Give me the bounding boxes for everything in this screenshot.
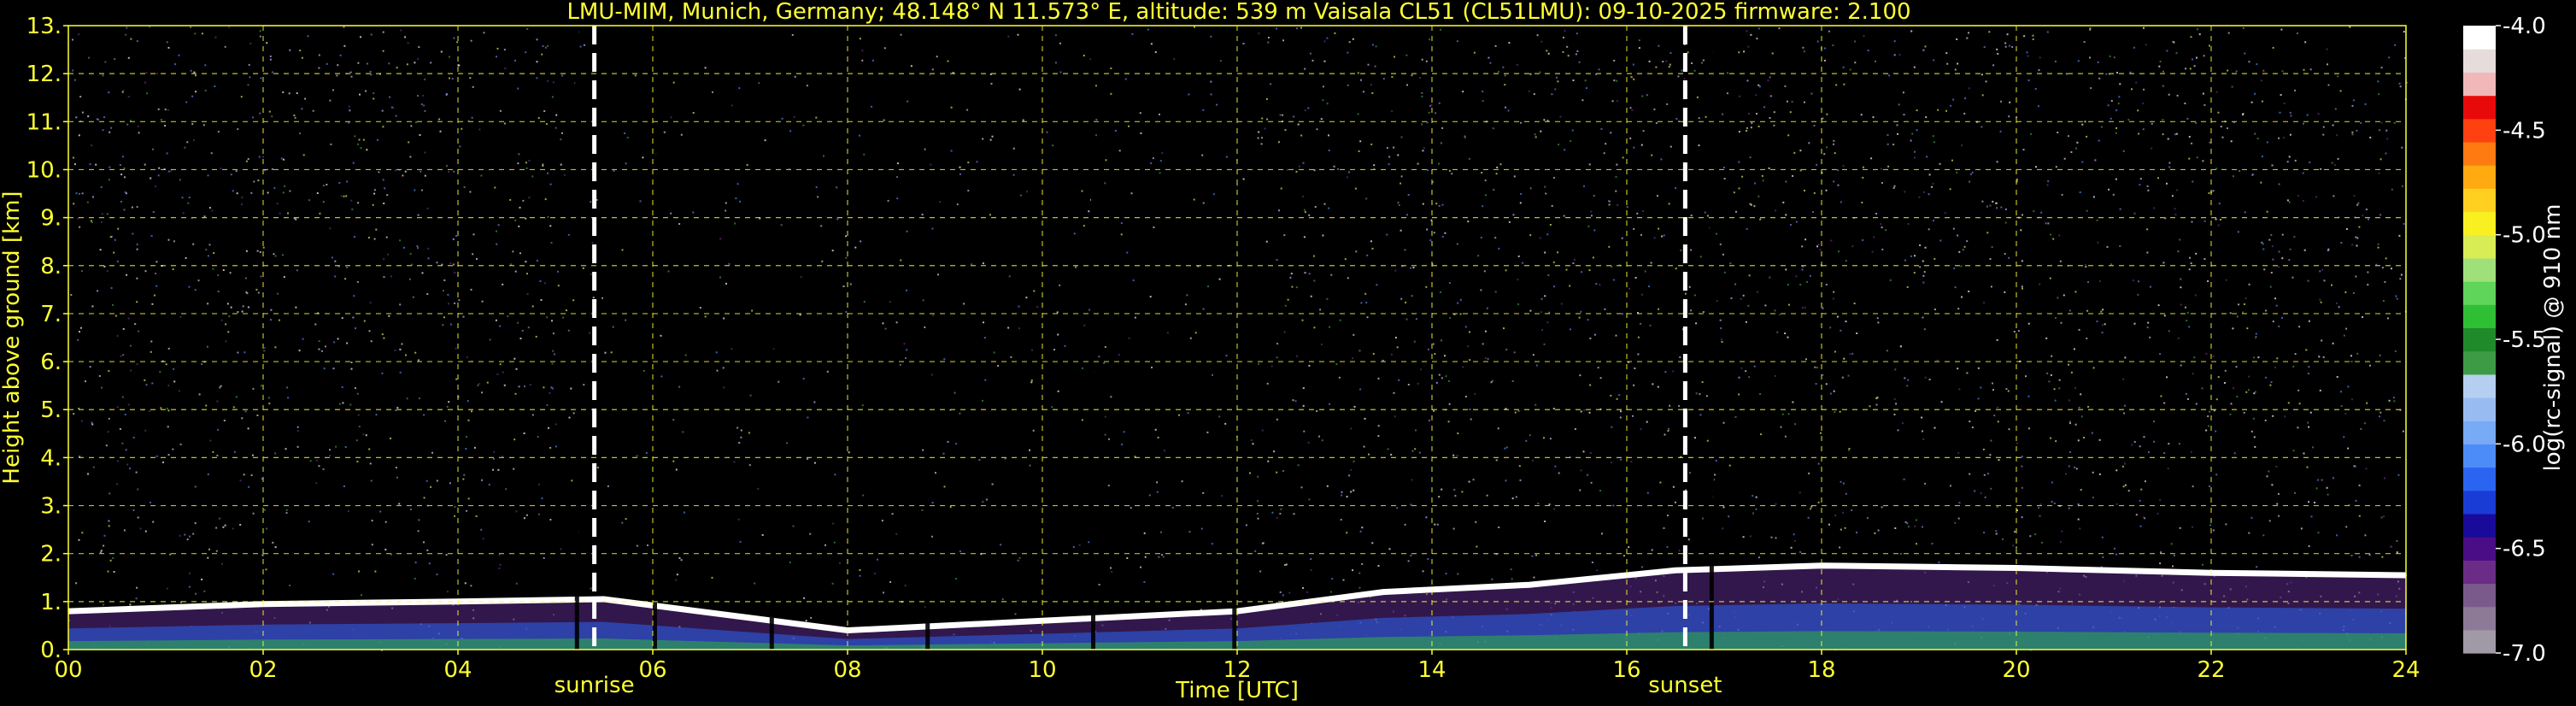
x-tick-label: 06 <box>638 657 666 683</box>
colorbar-tick-label: -4.0 <box>2503 14 2546 39</box>
marker-label-sunset: sunset <box>1648 673 1722 698</box>
colorbar-swatch <box>2463 560 2496 585</box>
x-tick-label: 20 <box>2002 657 2030 683</box>
y-tick-label: 7. <box>40 302 62 327</box>
y-tick-label: 1. <box>40 590 62 615</box>
x-tick-label: 16 <box>1612 657 1640 683</box>
colorbar-swatch <box>2463 583 2496 608</box>
marker-label-sunrise: sunrise <box>555 673 635 698</box>
colorbar-swatch <box>2463 467 2496 491</box>
colorbar-tick-label: -6.5 <box>2503 537 2546 562</box>
colorbar-swatch <box>2463 281 2496 305</box>
chart-title: LMU-MIM, Munich, Germany; 48.148° N 11.5… <box>566 0 1910 25</box>
colorbar-swatch <box>2463 234 2496 259</box>
x-tick-label: 10 <box>1028 657 1056 683</box>
y-tick-label: 10. <box>26 157 62 183</box>
y-tick-label: 2. <box>40 542 62 568</box>
x-tick-label: 14 <box>1417 657 1446 683</box>
x-tick-label: 04 <box>443 657 472 683</box>
y-tick-label: 12. <box>26 62 62 87</box>
y-tick-label: 8. <box>40 254 62 279</box>
plot-area: sunrise sunset <box>67 25 2408 698</box>
colorbar-swatch <box>2463 444 2496 468</box>
colorbar-swatch <box>2463 327 2496 352</box>
colorbar-swatch <box>2463 95 2496 120</box>
x-axis-label: Time [UTC] <box>1175 678 1299 703</box>
colorbar-swatch <box>2463 513 2496 538</box>
y-tick-label: 11. <box>26 109 62 135</box>
colorbar-swatch <box>2463 629 2496 654</box>
colorbar-tick-label: -7.0 <box>2503 641 2546 667</box>
colorbar-swatch <box>2463 257 2496 282</box>
y-axis-label: Height above ground [km] <box>0 191 25 484</box>
x-tick-label: 18 <box>1807 657 1835 683</box>
colorbar-swatches <box>2463 26 2496 654</box>
colorbar-swatch <box>2463 490 2496 515</box>
y-tick-label: 9. <box>40 206 62 232</box>
colorbar-swatch <box>2463 421 2496 444</box>
colorbar-swatch <box>2463 211 2496 236</box>
colorbar-swatch <box>2463 374 2496 398</box>
y-tick-label: 0. <box>40 638 62 663</box>
colorbar-swatch <box>2463 141 2496 166</box>
colorbar-swatch <box>2463 118 2496 143</box>
colorbar-swatch <box>2463 188 2496 213</box>
ceilometer-chart: LMU-MIM, Munich, Germany; 48.148° N 11.5… <box>0 0 2576 706</box>
y-tick-label: 13. <box>26 14 62 39</box>
colorbar-label: log(rc-signal) @ 910 nm <box>2540 204 2566 472</box>
x-tick-label: 24 <box>2391 657 2420 683</box>
x-tick-label: 22 <box>2197 657 2225 683</box>
colorbar-swatch <box>2463 49 2496 73</box>
y-tick-label: 5. <box>40 397 62 423</box>
colorbar-swatch <box>2463 26 2496 50</box>
y-tick-label: 6. <box>40 350 62 375</box>
colorbar-swatch <box>2463 350 2496 375</box>
colorbar-swatch <box>2463 165 2496 189</box>
x-tick-label: 02 <box>249 657 277 683</box>
y-tick-label: 4. <box>40 445 62 471</box>
colorbar-swatch <box>2463 72 2496 97</box>
colorbar-swatch <box>2463 397 2496 421</box>
colorbar-tick-label: -4.5 <box>2503 118 2546 144</box>
y-tick-label: 3. <box>40 494 62 520</box>
x-tick-label: 08 <box>833 657 861 683</box>
colorbar-swatch <box>2463 537 2496 561</box>
colorbar-swatch <box>2463 606 2496 631</box>
colorbar-swatch <box>2463 304 2496 328</box>
